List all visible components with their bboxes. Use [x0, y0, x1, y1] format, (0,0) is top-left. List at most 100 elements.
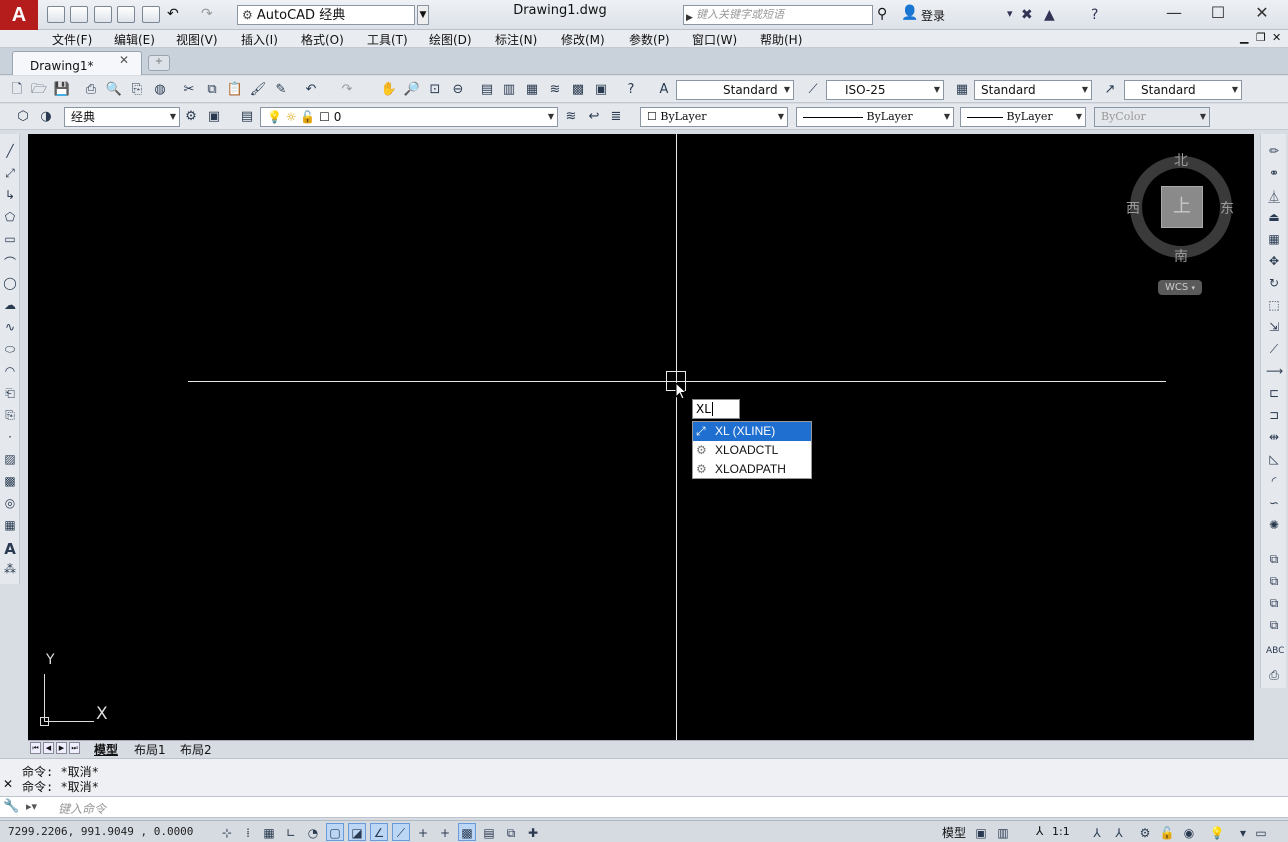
3d-orbit-icon[interactable]: ◑	[37, 108, 55, 125]
application-menu-button[interactable]: A	[0, 0, 38, 30]
gradient-icon[interactable]: ▩	[2, 474, 18, 492]
close-command-line-icon[interactable]: ✕	[3, 777, 13, 791]
new-tab-button[interactable]: +	[148, 55, 170, 71]
menu-view[interactable]: 视图(V)	[176, 31, 218, 48]
dynamic-ucs-icon[interactable]: ⟋	[392, 823, 410, 841]
dim-style-icon[interactable]: ⟋	[804, 81, 822, 98]
cut-icon[interactable]: ✂	[180, 81, 198, 98]
break-at-point-icon[interactable]: ⊏	[1266, 386, 1282, 404]
menu-dimension[interactable]: 标注(N)	[495, 31, 537, 48]
compass-east[interactable]: 东	[1220, 198, 1234, 218]
add-selected-icon[interactable]: ⁂	[2, 562, 18, 580]
transparency-icon[interactable]: ▩	[458, 823, 476, 841]
extend-icon[interactable]: ⟶	[1266, 364, 1283, 382]
command-line[interactable]: 🔧 ▸▾ 键入命令	[0, 796, 1288, 818]
match-properties-icon[interactable]: 🖌	[249, 81, 267, 98]
table-style-select[interactable]: Standard ▼	[974, 80, 1092, 100]
color-select[interactable]: ☐ ByLayer ▼	[640, 107, 788, 127]
paste-icon[interactable]: 📋	[226, 81, 244, 98]
workspace-settings-icon[interactable]: ⚙	[182, 108, 200, 125]
construction-line-icon[interactable]: ⤢	[2, 166, 18, 184]
rotate-icon[interactable]: ↻	[1266, 276, 1282, 294]
menu-window[interactable]: 窗口(W)	[692, 31, 737, 48]
mirror-icon[interactable]: ⏅	[1266, 188, 1282, 206]
send-to-back-icon[interactable]: ⧉	[1266, 596, 1282, 614]
make-current-layer-icon[interactable]: ≋	[562, 108, 580, 125]
line-icon[interactable]: ╱	[2, 144, 18, 162]
save-workspace-icon[interactable]: ▣	[205, 108, 223, 125]
drawing-canvas[interactable]: XL ⤢ XL (XLINE) ⚙ XLOADCTL ⚙ XLOADPATH 上…	[28, 134, 1254, 740]
plot-icon[interactable]: ⎙	[82, 81, 100, 98]
make-block-icon[interactable]: ⎘	[2, 408, 18, 426]
doc-minimize-icon[interactable]: ▁	[1240, 31, 1248, 44]
open-file-icon[interactable]	[70, 6, 88, 23]
recent-commands-icon[interactable]: ▸▾	[26, 800, 37, 813]
bring-to-front-icon[interactable]: ⧉	[1266, 574, 1282, 592]
sheet-set-icon[interactable]: ≋	[546, 81, 564, 98]
autodesk-app-icon[interactable]: ▲	[1044, 7, 1055, 23]
offset-icon[interactable]: ⏏	[1266, 210, 1282, 228]
menu-format[interactable]: 格式(O)	[301, 31, 344, 48]
model-space-button[interactable]: 模型	[942, 824, 966, 841]
publish-icon[interactable]: ⎘	[128, 81, 146, 98]
doc-restore-icon[interactable]: ❐	[1256, 31, 1266, 44]
blend-curves-icon[interactable]: ∽	[1266, 496, 1282, 514]
text-style-select[interactable]: Standard ▼	[676, 80, 794, 100]
snap-mode-icon[interactable]: ⁞	[239, 823, 257, 841]
rectangle-icon[interactable]: ▭	[2, 232, 18, 250]
login-dropdown-icon[interactable]: ▾	[1007, 7, 1013, 20]
bring-above-icon[interactable]: ⧉	[1266, 618, 1282, 636]
arc-icon[interactable]: ⌒	[2, 254, 18, 272]
copy-object-icon[interactable]: ⚭	[1266, 166, 1282, 184]
linetype-select[interactable]: ByLayer ▼	[796, 107, 954, 127]
polar-tracking-icon[interactable]: ◔	[304, 823, 322, 841]
dynamic-input-field[interactable]: XL	[692, 399, 740, 419]
stretch-icon[interactable]: ⇲	[1266, 320, 1282, 338]
draw-order-icon[interactable]: ⧉	[1266, 552, 1282, 570]
object-snap-tracking-icon[interactable]: ∠	[370, 823, 388, 841]
compass-south[interactable]: 南	[1174, 246, 1188, 266]
tab-close-icon[interactable]: ✕	[119, 53, 129, 67]
menu-tools[interactable]: 工具(T)	[367, 31, 408, 48]
save-icon[interactable]: 💾	[53, 81, 71, 98]
workspace-switching-gear-icon[interactable]: ⚙	[1136, 823, 1154, 841]
menu-modify[interactable]: 修改(M)	[561, 31, 605, 48]
isolate-objects-bulb-icon[interactable]: 💡	[1208, 823, 1226, 841]
annotation-monitor-icon[interactable]: ✚	[524, 823, 542, 841]
menu-file[interactable]: 文件(F)	[52, 31, 92, 48]
find-replace-icon[interactable]: ⎙	[1266, 668, 1282, 686]
last-layout-icon[interactable]: ⏭	[69, 742, 80, 754]
redo-icon[interactable]: ↷	[338, 81, 356, 98]
layout-view-icon[interactable]: ▣	[972, 823, 990, 841]
quick-properties-icon[interactable]: ▤	[480, 823, 498, 841]
undo-icon[interactable]: ↶	[167, 6, 179, 22]
layer-properties-icon[interactable]: ▤	[238, 108, 256, 125]
spline-icon[interactable]: ∿	[2, 320, 18, 338]
tab-model[interactable]: 模型	[94, 741, 118, 758]
wcs-menu-button[interactable]: WCS ▾	[1158, 280, 1202, 295]
zoom-window-icon[interactable]: ⊡	[426, 81, 444, 98]
tab-layout1[interactable]: 布局1	[134, 741, 166, 758]
selection-cycling-icon[interactable]: ⧉	[502, 823, 520, 841]
redo-icon[interactable]: ↷	[201, 6, 213, 22]
infer-constraints-icon[interactable]: ⊹	[218, 823, 236, 841]
fillet-icon[interactable]: ◜	[1266, 474, 1282, 492]
next-layout-icon[interactable]: ▶	[56, 742, 67, 754]
save-as-icon[interactable]	[117, 6, 135, 23]
hardware-acceleration-icon[interactable]: ◉	[1180, 823, 1198, 841]
scale-icon[interactable]: ⬚	[1266, 298, 1282, 316]
minimize-button[interactable]: —	[1156, 2, 1192, 26]
spell-check-icon[interactable]: ABC	[1266, 646, 1284, 664]
menu-edit[interactable]: 编辑(E)	[114, 31, 155, 48]
coordinate-readout[interactable]: 7299.2206, 991.9049 , 0.0000	[8, 825, 193, 838]
region-icon[interactable]: ◎	[2, 496, 18, 514]
lineweight-icon[interactable]: +	[436, 823, 454, 841]
circle-icon[interactable]: ◯	[2, 276, 18, 294]
trim-icon[interactable]: ⟋	[1266, 342, 1282, 360]
open-icon[interactable]: 🗁	[30, 81, 48, 98]
clean-screen-icon[interactable]: ▭	[1252, 823, 1270, 841]
tab-layout2[interactable]: 布局2	[180, 741, 212, 758]
annotation-scale-value[interactable]: 1:1	[1052, 825, 1070, 838]
search-input[interactable]: ▶ 键入关键字或短语	[683, 5, 873, 25]
layer-previous-icon[interactable]: ↩	[585, 108, 603, 125]
